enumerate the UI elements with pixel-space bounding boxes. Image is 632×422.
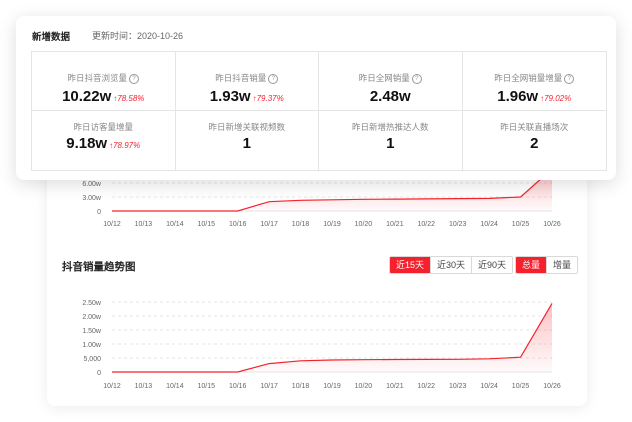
x-tick-label: 10/13 bbox=[135, 221, 153, 228]
x-tick-label: 10/25 bbox=[512, 221, 530, 228]
y-tick-label: 1.00w bbox=[82, 342, 102, 349]
increment-button[interactable]: 增量 bbox=[546, 257, 578, 273]
new-data-card: 新增数据 更新时间：2020-10-26 昨日抖音浏览量? 10.22w ↑78.… bbox=[16, 16, 616, 180]
x-tick-label: 10/23 bbox=[449, 383, 467, 390]
x-tick-label: 10/19 bbox=[323, 383, 341, 390]
y-tick-label: 2.00w bbox=[82, 314, 102, 321]
metric-change: ↑79.37% bbox=[252, 94, 284, 103]
range-90-days-button[interactable]: 近90天 bbox=[471, 257, 513, 273]
x-tick-label: 10/21 bbox=[386, 221, 404, 228]
help-icon[interactable]: ? bbox=[268, 74, 279, 84]
x-tick-label: 10/21 bbox=[386, 383, 404, 390]
x-tick-label: 10/16 bbox=[229, 221, 247, 228]
metric-label: 昨日关联直播场次 bbox=[500, 122, 569, 132]
metric-value: 1 bbox=[242, 135, 251, 152]
card-title: 新增数据 bbox=[32, 32, 71, 43]
range-30-days-button[interactable]: 近30天 bbox=[430, 257, 472, 273]
metric-visitor-increment: 昨日访客量增量 9.18w ↑78.97% bbox=[32, 111, 176, 170]
metric-label: 昨日新增热推达人数 bbox=[351, 122, 429, 132]
range-15-days-button[interactable]: 近15天 bbox=[390, 257, 431, 273]
trend-title: 抖音销量趋势图 bbox=[62, 261, 136, 273]
metric-all-network-sales: 昨日全网销量? 2.48w bbox=[319, 52, 463, 111]
x-tick-label: 10/23 bbox=[449, 221, 467, 228]
y-tick-label: 6.00w bbox=[82, 181, 102, 188]
metric-value: 10.22w bbox=[62, 88, 112, 105]
x-tick-label: 10/13 bbox=[135, 383, 153, 390]
y-tick-label: 3.00w bbox=[82, 195, 102, 202]
x-tick-label: 10/17 bbox=[260, 383, 278, 390]
x-tick-label: 10/24 bbox=[480, 383, 498, 390]
x-tick-label: 10/14 bbox=[166, 383, 184, 390]
chart-2: 0 5,000 1.00w 1.50w 2.00w 2.50w bbox=[82, 300, 553, 377]
metric-label: 昨日全网销量增量 bbox=[494, 73, 563, 83]
metric-value: 2.48w bbox=[369, 88, 411, 105]
help-icon[interactable]: ? bbox=[411, 74, 422, 84]
metric-label: 昨日抖音浏览量 bbox=[67, 73, 127, 83]
x-tick-label: 10/15 bbox=[198, 383, 216, 390]
update-time: 更新时间：2020-10-26 bbox=[92, 31, 184, 41]
x-tick-label: 10/14 bbox=[166, 221, 184, 228]
x-tick-label: 10/18 bbox=[292, 221, 310, 228]
metric-new-videos: 昨日新增关联视频数 1 bbox=[176, 111, 319, 170]
x-tick-label: 10/26 bbox=[543, 221, 561, 228]
range-segmented-control: 近15天 近30天 近90天 bbox=[389, 256, 514, 274]
y-tick-label: 5,000 bbox=[83, 356, 101, 363]
metric-change: ↑78.97% bbox=[109, 141, 141, 150]
x-tick-label: 10/22 bbox=[418, 221, 436, 228]
y-tick-label: 0 bbox=[97, 370, 101, 377]
x-tick-label: 10/16 bbox=[229, 383, 247, 390]
metric-value: 2 bbox=[530, 135, 539, 152]
metric-value: 1.93w bbox=[209, 88, 251, 105]
metric-label: 昨日抖音销量 bbox=[215, 73, 267, 83]
x-tick-label: 10/15 bbox=[198, 221, 216, 228]
help-icon[interactable]: ? bbox=[129, 74, 139, 84]
metric-label: 昨日访客量增量 bbox=[73, 122, 133, 132]
x-tick-label: 10/12 bbox=[103, 221, 121, 228]
metric-all-network-sales-increment: 昨日全网销量增量? 1.96w ↑79.02% bbox=[462, 52, 606, 111]
metric-douyin-views: 昨日抖音浏览量? 10.22w ↑78.58% bbox=[32, 52, 176, 111]
type-segmented-control: 总量 增量 bbox=[515, 256, 579, 274]
x-tick-label: 10/17 bbox=[260, 221, 278, 228]
x-tick-label: 10/18 bbox=[292, 383, 310, 390]
x-tick-label: 10/24 bbox=[480, 221, 498, 228]
metric-label: 昨日新增关联视频数 bbox=[208, 122, 285, 132]
x-tick-label: 10/26 bbox=[543, 383, 561, 390]
series-area bbox=[112, 303, 552, 372]
x-tick-label: 10/12 bbox=[103, 383, 121, 390]
metrics-grid: 昨日抖音浏览量? 10.22w ↑78.58% 昨日抖音销量? 1.93w ↑79.… bbox=[31, 51, 607, 171]
x-tick-label: 10/20 bbox=[355, 221, 373, 228]
metric-value: 9.18w bbox=[66, 135, 108, 152]
metric-change: ↑78.58% bbox=[113, 94, 145, 103]
y-tick-label: 0 bbox=[97, 209, 101, 216]
metric-label: 昨日全网销量 bbox=[358, 73, 410, 83]
x-tick-label: 10/22 bbox=[418, 383, 436, 390]
metric-value: 1.96w bbox=[497, 88, 539, 105]
metric-live-sessions: 昨日关联直播场次 2 bbox=[463, 111, 607, 170]
x-tick-label: 10/19 bbox=[323, 221, 341, 228]
metric-douyin-sales: 昨日抖音销量? 1.93w ↑79.37% bbox=[175, 52, 319, 111]
total-button[interactable]: 总量 bbox=[516, 257, 547, 273]
metric-change: ↑79.02% bbox=[540, 94, 572, 103]
y-tick-label: 1.50w bbox=[82, 328, 102, 335]
x-tick-label: 10/25 bbox=[512, 383, 530, 390]
help-icon[interactable]: ? bbox=[564, 74, 575, 84]
x-tick-label: 10/20 bbox=[355, 383, 373, 390]
metric-value: 1 bbox=[386, 135, 395, 152]
metric-new-promoters: 昨日新增热推达人数 1 bbox=[319, 111, 463, 170]
y-tick-label: 2.50w bbox=[82, 300, 102, 307]
